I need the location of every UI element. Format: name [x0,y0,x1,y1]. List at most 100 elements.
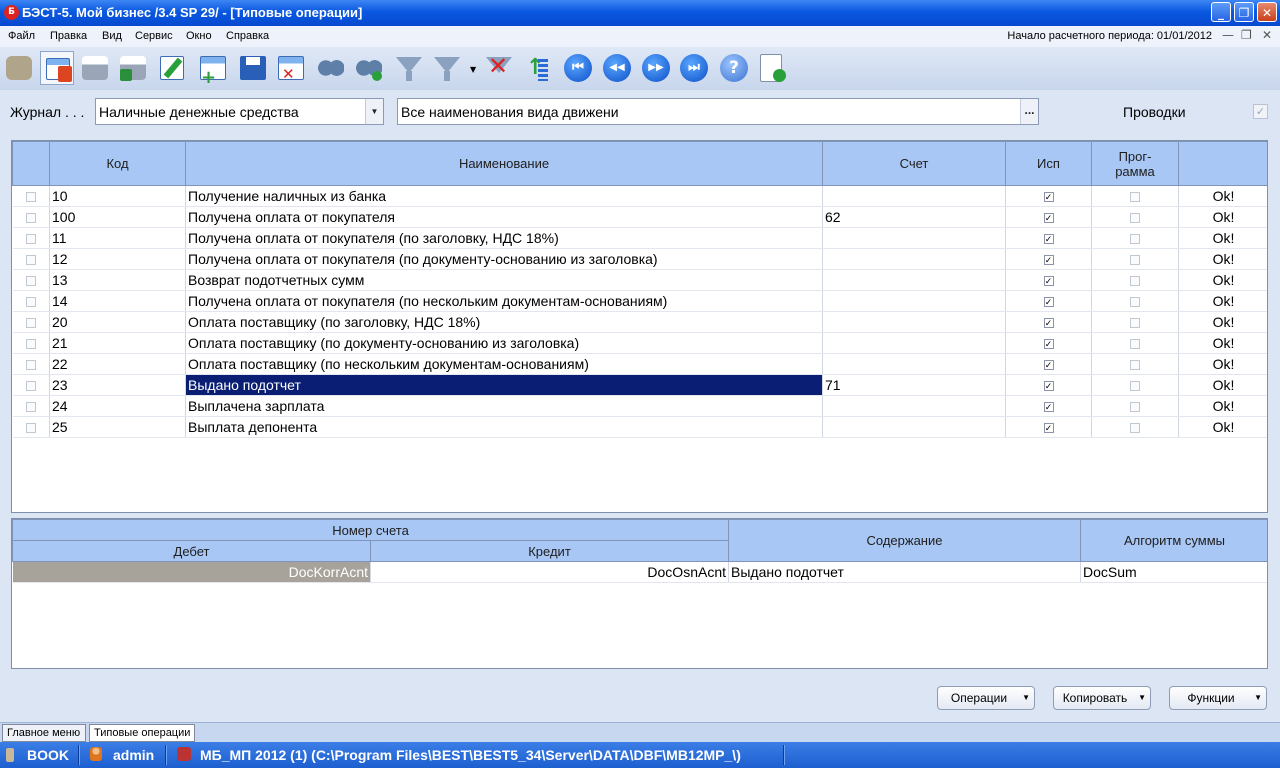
menu-edit[interactable]: Правка [50,30,87,42]
name-cell[interactable]: Получена оплата от покупателя (по нескол… [185,290,823,312]
mdi-restore-icon[interactable]: ❐ [1241,28,1252,42]
code-cell[interactable]: 24 [49,395,186,417]
name-cell[interactable]: Выплата депонента [185,416,823,438]
credit-cell[interactable]: DocOsnAcnt [370,561,729,583]
row-checkbox[interactable] [25,318,36,329]
table-row[interactable]: 11 Получена оплата от покупателя (по заго… [12,227,1267,249]
account-cell[interactable] [822,353,1006,375]
used-checkbox[interactable]: ✓ [1043,381,1054,392]
table-row[interactable]: 22 Оплата поставщику (по нескольким докум… [12,353,1267,375]
menu-help[interactable]: Справка [226,30,269,42]
program-checkbox[interactable] [1130,318,1140,329]
used-column-header[interactable]: Исп [1005,141,1092,186]
name-cell[interactable]: Получена оплата от покупателя [185,206,823,228]
program-cell[interactable] [1091,290,1179,312]
used-checkbox[interactable]: ✓ [1043,234,1054,245]
program-checkbox[interactable] [1130,234,1140,245]
name-cell[interactable]: Оплата поставщику (по документу-основани… [185,332,823,354]
program-checkbox[interactable] [1130,297,1140,308]
find-next-icon[interactable] [352,51,386,85]
code-cell[interactable]: 23 [49,374,186,396]
program-cell[interactable] [1091,416,1179,438]
program-checkbox[interactable] [1130,360,1140,371]
menu-service[interactable]: Сервис [135,30,173,42]
used-checkbox[interactable]: ✓ [1043,402,1054,413]
program-checkbox[interactable] [1130,423,1140,434]
account-cell[interactable] [822,290,1006,312]
name-cell[interactable]: Оплата поставщику (по нескольким докумен… [185,353,823,375]
row-checkbox[interactable] [25,381,36,392]
account-cell[interactable] [822,248,1006,270]
tab-main-menu[interactable]: Главное меню [2,724,86,742]
row-select-cell[interactable] [12,227,50,249]
row-checkbox[interactable] [25,276,36,287]
add-row-icon[interactable]: + [196,51,230,88]
debit-column-header[interactable]: Дебет [12,540,371,562]
program-cell[interactable] [1091,185,1179,207]
program-cell[interactable] [1091,353,1179,375]
name-cell[interactable]: Получена оплата от покупателя (по докуме… [185,248,823,270]
row-checkbox[interactable] [25,234,36,245]
used-cell[interactable]: ✓ [1005,311,1092,333]
code-column-header[interactable]: Код [49,141,186,186]
document-check-icon[interactable] [755,51,789,85]
row-checkbox[interactable] [25,192,36,203]
sum-algorithm-column-header[interactable]: Алгоритм суммы [1080,519,1267,562]
used-checkbox[interactable]: ✓ [1043,297,1054,308]
filter-dropdown-icon[interactable]: ▼ [430,51,476,85]
code-cell[interactable]: 13 [49,269,186,291]
used-cell[interactable]: ✓ [1005,395,1092,417]
row-checkbox[interactable] [25,297,36,308]
program-cell[interactable] [1091,269,1179,291]
credit-column-header[interactable]: Кредит [370,540,729,562]
row-checkbox[interactable] [25,213,36,224]
used-checkbox[interactable]: ✓ [1043,255,1054,266]
program-checkbox[interactable] [1130,381,1140,392]
used-checkbox[interactable]: ✓ [1043,339,1054,350]
used-cell[interactable]: ✓ [1005,185,1092,207]
reports-book-icon[interactable] [2,51,36,85]
program-cell[interactable] [1091,395,1179,417]
row-select-cell[interactable] [12,185,50,207]
row-select-cell[interactable] [12,269,50,291]
account-cell[interactable] [822,185,1006,207]
postings-checkbox[interactable]: ✓ [1253,104,1268,119]
row-select-cell[interactable] [12,311,50,333]
menu-window[interactable]: Окно [186,30,212,42]
last-record-icon[interactable]: ⏭ [677,51,711,85]
program-cell[interactable] [1091,332,1179,354]
used-cell[interactable]: ✓ [1005,206,1092,228]
sort-icon[interactable]: ↑ [520,51,554,85]
row-select-cell[interactable] [12,206,50,228]
program-cell[interactable] [1091,248,1179,270]
content-column-header[interactable]: Содержание [728,519,1081,562]
used-cell[interactable]: ✓ [1005,227,1092,249]
copy-dropdown-button[interactable]: Копировать ▼ [1053,686,1151,710]
program-cell[interactable] [1091,374,1179,396]
name-cell[interactable]: Оплата поставщику (по заголовку, НДС 18%… [185,311,823,333]
code-cell[interactable]: 14 [49,290,186,312]
row-checkbox[interactable] [25,423,36,434]
name-cell[interactable]: Получена оплата от покупателя (по заголо… [185,227,823,249]
code-cell[interactable]: 10 [49,185,186,207]
program-checkbox[interactable] [1130,339,1140,350]
name-cell[interactable]: Выдано подотчет [185,374,823,396]
row-checkbox[interactable] [25,255,36,266]
row-select-cell[interactable] [12,353,50,375]
account-cell[interactable] [822,227,1006,249]
used-checkbox[interactable]: ✓ [1043,192,1054,203]
used-checkbox[interactable]: ✓ [1043,276,1054,287]
code-cell[interactable]: 12 [49,248,186,270]
code-cell[interactable]: 20 [49,311,186,333]
used-cell[interactable]: ✓ [1005,269,1092,291]
journal-grid-icon[interactable] [40,51,74,85]
table-row[interactable]: 12 Получена оплата от покупателя (по доку… [12,248,1267,270]
account-column-header[interactable]: Счет [822,141,1006,186]
used-cell[interactable]: ✓ [1005,332,1092,354]
used-checkbox[interactable]: ✓ [1043,213,1054,224]
code-cell[interactable]: 22 [49,353,186,375]
program-checkbox[interactable] [1130,402,1140,413]
row-select-cell[interactable] [12,290,50,312]
journal-select[interactable]: Наличные денежные средства ▼ [95,98,384,125]
edit-icon[interactable] [156,51,190,85]
